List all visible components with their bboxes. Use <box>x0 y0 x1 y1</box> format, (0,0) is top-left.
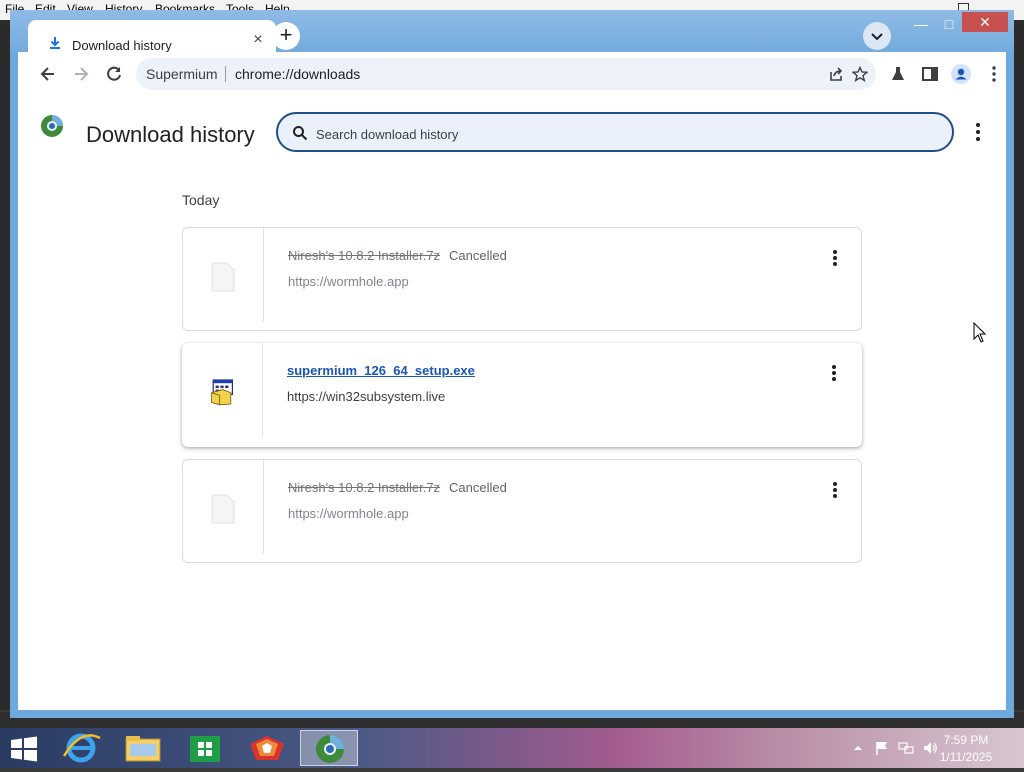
new-tab-button[interactable]: + <box>272 22 300 50</box>
internet-explorer-taskbar-button[interactable] <box>52 730 110 766</box>
file-name-link[interactable]: supermium_126_64_setup.exe <box>287 363 475 378</box>
url-text[interactable]: chrome://downloads <box>235 66 360 82</box>
search-icon <box>293 126 308 141</box>
chevron-down-icon <box>871 33 883 41</box>
windows-start-icon[interactable] <box>8 735 40 763</box>
back-arrow-icon[interactable] <box>38 64 58 84</box>
item-more-actions-icon[interactable] <box>827 248 843 268</box>
mouse-cursor-icon <box>973 322 987 343</box>
app-taskbar-button[interactable] <box>238 730 296 766</box>
internet-explorer-icon <box>62 733 101 763</box>
download-icon <box>50 37 60 49</box>
download-item: supermium_126_64_setup.exe https://win32… <box>182 343 862 447</box>
file-icon <box>211 494 235 524</box>
browser-window: Download history × + — □ ✕ Supermium chr… <box>10 10 1014 718</box>
supermium-taskbar-button[interactable] <box>300 730 358 766</box>
file-icon <box>211 262 235 292</box>
taskbar: 7:59 PM 1/11/2025 <box>0 728 1024 768</box>
share-icon[interactable] <box>828 66 844 82</box>
item-more-actions-icon[interactable] <box>827 480 843 500</box>
card-divider <box>262 343 263 437</box>
store-icon <box>190 736 220 762</box>
date-section-label: Today <box>182 192 220 208</box>
download-status: Cancelled <box>449 248 507 263</box>
show-hidden-icons-icon[interactable] <box>850 740 866 756</box>
download-item: Niresh's 10.8.2 Installer.7z Cancelled h… <box>182 459 862 563</box>
forward-arrow-icon[interactable] <box>71 64 91 84</box>
installer-exe-icon <box>211 379 233 406</box>
minimize-button[interactable]: — <box>910 14 932 36</box>
close-window-button[interactable]: ✕ <box>962 12 1008 32</box>
file-name: Niresh's 10.8.2 Installer.7z <box>288 480 441 495</box>
background-window-edge <box>1014 20 1024 710</box>
labs-flask-icon[interactable] <box>888 64 908 84</box>
tab-search-button[interactable] <box>863 22 891 50</box>
omnibox-separator <box>225 66 226 82</box>
file-name: Niresh's 10.8.2 Installer.7z <box>288 248 441 263</box>
maximize-button[interactable]: □ <box>938 14 960 36</box>
side-panel-icon[interactable] <box>920 64 940 84</box>
profile-avatar-icon[interactable] <box>951 64 971 84</box>
action-center-flag-icon[interactable] <box>874 740 890 756</box>
downloads-page: Download history Today Niresh's 10.8.2 I… <box>18 96 1006 710</box>
item-more-actions-icon[interactable] <box>826 363 842 383</box>
search-input[interactable] <box>314 123 918 145</box>
browser-toolbar: Supermium chrome://downloads <box>18 52 1006 96</box>
tab-title: Download history <box>72 38 172 53</box>
app-icon <box>250 736 284 760</box>
folder-icon <box>125 736 161 762</box>
download-item: Niresh's 10.8.2 Installer.7z Cancelled h… <box>182 227 862 331</box>
download-status: Cancelled <box>449 480 507 495</box>
supermium-logo-icon <box>41 115 63 137</box>
network-icon[interactable] <box>898 740 914 756</box>
search-box[interactable] <box>276 112 954 152</box>
reload-icon[interactable] <box>104 64 124 84</box>
card-divider <box>263 460 264 554</box>
browser-menu-icon[interactable] <box>984 64 1004 84</box>
more-actions-icon[interactable] <box>970 120 986 144</box>
background-window-edge <box>0 20 10 710</box>
clock-time[interactable]: 7:59 PM <box>930 733 1002 747</box>
title-bar: Download history × + — □ ✕ <box>10 10 1014 60</box>
tab-close-icon[interactable]: × <box>250 32 266 48</box>
source-url[interactable]: https://wormhole.app <box>288 274 409 289</box>
card-divider <box>263 228 264 322</box>
clock-date[interactable]: 1/11/2025 <box>930 750 1002 764</box>
source-url[interactable]: https://win32subsystem.live <box>287 389 445 404</box>
site-label: Supermium <box>146 66 218 82</box>
page-title: Download history <box>86 122 255 147</box>
file-explorer-taskbar-button[interactable] <box>114 730 172 766</box>
store-taskbar-button[interactable] <box>176 730 234 766</box>
supermium-icon <box>316 735 344 763</box>
source-url[interactable]: https://wormhole.app <box>288 506 409 521</box>
address-bar[interactable]: Supermium chrome://downloads <box>136 58 876 90</box>
bookmark-star-icon[interactable] <box>852 66 868 82</box>
